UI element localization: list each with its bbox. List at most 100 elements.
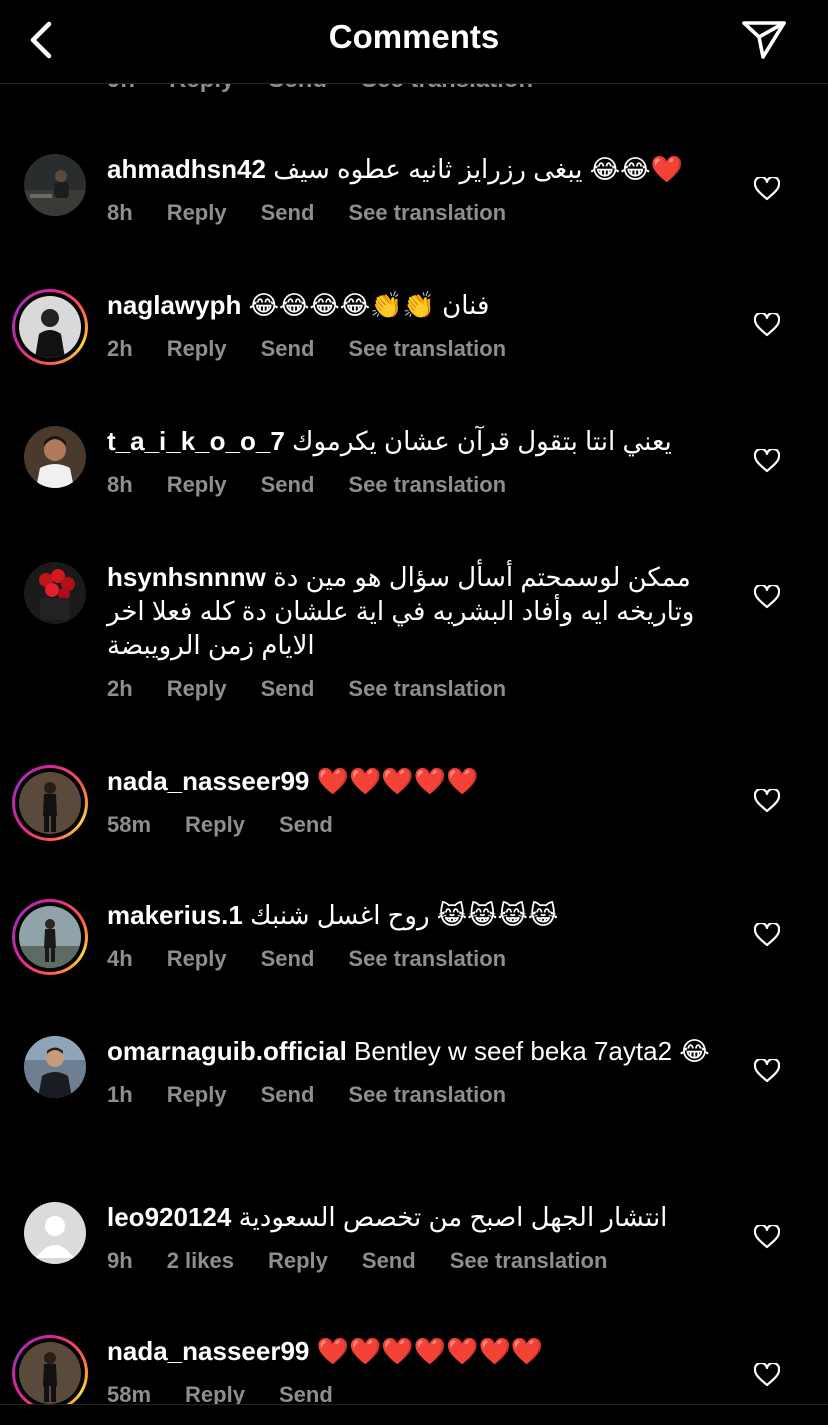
send-button[interactable]: Send xyxy=(261,472,315,498)
reply-button[interactable]: Reply xyxy=(167,946,227,972)
comment-username[interactable]: t_a_i_k_o_o_7 xyxy=(107,426,285,456)
comment-text-line: ahmadhsn42 يبغى رزرايز ثانيه عطوه سيف 😂😂… xyxy=(107,152,727,186)
comment-username[interactable]: leo920124 xyxy=(107,1202,231,1232)
story-ring xyxy=(12,899,88,975)
heart-outline-icon xyxy=(754,1059,780,1083)
send-button[interactable]: Send xyxy=(261,336,315,362)
comment-text-line: omarnaguib.official Bentley w seef beka … xyxy=(107,1034,727,1068)
see-translation-button[interactable]: See translation xyxy=(348,472,506,498)
send-button[interactable]: Send xyxy=(261,946,315,972)
comment-meta: 4h Reply Send See translation xyxy=(107,944,727,974)
reply-button[interactable]: Reply xyxy=(185,812,245,838)
avatar[interactable] xyxy=(24,426,88,490)
comment-body: makerius.1 روح اغسل شنبك 😹😹😹😹 4h Reply S… xyxy=(107,898,727,974)
see-translation-button[interactable]: See translation xyxy=(348,1082,506,1108)
story-ring xyxy=(12,765,88,841)
comment-username[interactable]: hsynhsnnnw xyxy=(107,562,266,592)
reply-button[interactable]: Reply xyxy=(268,1248,328,1274)
default-avatar-icon xyxy=(24,1202,86,1264)
comment-meta: 58m Reply Send xyxy=(107,810,727,840)
comment-time: 1h xyxy=(107,1082,133,1107)
avatar[interactable] xyxy=(12,289,88,365)
like-button[interactable] xyxy=(752,174,782,204)
comment-body: t_a_i_k_o_o_7 يعني انتا بتقول قرآن عشان … xyxy=(107,424,727,500)
comment-text: يبغى رزرايز ثانيه عطوه سيف 😂😂❤️ xyxy=(273,154,683,184)
comment-meta: 2h Reply Send See translation xyxy=(107,674,727,704)
comment-text: ❤️❤️❤️❤️❤️❤️❤️ xyxy=(316,1336,544,1366)
see-translation-button[interactable]: See translation xyxy=(450,1248,608,1274)
heart-outline-icon xyxy=(754,1225,780,1249)
avatar-photo xyxy=(19,1342,81,1404)
share-button[interactable] xyxy=(738,14,790,66)
comment-text: روح اغسل شنبك 😹😹😹😹 xyxy=(250,900,559,930)
like-button[interactable] xyxy=(752,1056,782,1086)
send-button[interactable]: Send xyxy=(261,200,315,226)
heart-outline-icon xyxy=(754,923,780,947)
like-button[interactable] xyxy=(752,786,782,816)
page-title: Comments xyxy=(328,18,500,55)
avatar[interactable] xyxy=(24,1036,88,1100)
comment-username[interactable]: ahmadhsn42 xyxy=(107,154,266,184)
see-translation-button[interactable]: See translation xyxy=(348,200,506,226)
comment-body: naglawyph 😂😂😂😂👏👏 فنان 2h Reply Send See … xyxy=(107,288,727,364)
like-button[interactable] xyxy=(752,920,782,950)
comment-text: ❤️❤️❤️❤️❤️ xyxy=(316,766,479,796)
like-button[interactable] xyxy=(752,1360,782,1390)
heart-outline-icon xyxy=(754,1363,780,1387)
avatar[interactable] xyxy=(12,765,88,841)
comment-body: omarnaguib.official Bentley w seef beka … xyxy=(107,1034,727,1110)
comment-meta: 2h Reply Send See translation xyxy=(107,334,727,364)
avatar[interactable] xyxy=(12,899,88,975)
avatar-photo xyxy=(24,562,86,624)
like-button[interactable] xyxy=(752,1222,782,1252)
send-button[interactable]: Send xyxy=(362,1248,416,1274)
avatar[interactable] xyxy=(24,154,88,218)
reply-button[interactable]: Reply xyxy=(167,200,227,226)
bottom-bar xyxy=(0,1404,828,1425)
likes-count[interactable]: 2 likes xyxy=(167,1248,234,1274)
heart-outline-icon xyxy=(754,449,780,473)
see-translation-button[interactable]: See translation xyxy=(348,676,506,702)
heart-outline-icon xyxy=(754,585,780,609)
send-button[interactable]: Send xyxy=(261,676,315,702)
reply-button[interactable]: Reply xyxy=(167,676,227,702)
comment-username[interactable]: naglawyph xyxy=(107,290,241,320)
comment-time: 2h xyxy=(107,336,133,361)
reply-button[interactable]: Reply xyxy=(167,472,227,498)
header-bar: Comments xyxy=(0,0,828,84)
comment-text-line: nada_nasseer99 ❤️❤️❤️❤️❤️ xyxy=(107,764,727,798)
comment-time: 2h xyxy=(107,676,133,701)
comment-meta: 8h Reply Send See translation xyxy=(107,198,727,228)
send-button[interactable]: Send xyxy=(261,1082,315,1108)
comment-body: hsynhsnnnw ممكن لوسمحتم أسأل سؤال هو مين… xyxy=(107,560,727,704)
see-translation-button[interactable]: See translation xyxy=(348,336,506,362)
see-translation-button[interactable]: See translation xyxy=(348,946,506,972)
avatar-photo xyxy=(19,772,81,834)
heart-outline-icon xyxy=(754,177,780,201)
like-button[interactable] xyxy=(752,582,782,612)
reply-button[interactable]: Reply xyxy=(167,1082,227,1108)
comment-username[interactable]: nada_nasseer99 xyxy=(107,766,309,796)
comment-body: ahmadhsn42 يبغى رزرايز ثانيه عطوه سيف 😂😂… xyxy=(107,152,727,228)
avatar[interactable] xyxy=(24,1202,88,1266)
like-button[interactable] xyxy=(752,446,782,476)
comment-body: leo920124 انتشار الجهل اصبح من تخصص السع… xyxy=(107,1200,727,1276)
paper-plane-icon xyxy=(742,21,786,59)
comment-time: 8h xyxy=(107,200,133,225)
comment-text-line: t_a_i_k_o_o_7 يعني انتا بتقول قرآن عشان … xyxy=(107,424,727,458)
reply-button[interactable]: Reply xyxy=(167,336,227,362)
comment-meta: 1h Reply Send See translation xyxy=(107,1080,727,1110)
comment-username[interactable]: omarnaguib.official xyxy=(107,1036,347,1066)
comment-text-line: hsynhsnnnw ممكن لوسمحتم أسأل سؤال هو مين… xyxy=(107,560,727,662)
send-button[interactable]: Send xyxy=(279,812,333,838)
comment-meta: 9h 2 likes Reply Send See translation xyxy=(107,1246,727,1276)
avatar[interactable] xyxy=(24,562,88,626)
like-button[interactable] xyxy=(752,310,782,340)
comment-username[interactable]: makerius.1 xyxy=(107,900,243,930)
avatar-photo xyxy=(24,426,86,488)
story-ring xyxy=(12,289,88,365)
comment-text: يعني انتا بتقول قرآن عشان يكرموك xyxy=(292,426,672,456)
comment-username[interactable]: nada_nasseer99 xyxy=(107,1336,309,1366)
avatar[interactable] xyxy=(12,1335,88,1411)
avatar-photo xyxy=(19,906,81,968)
